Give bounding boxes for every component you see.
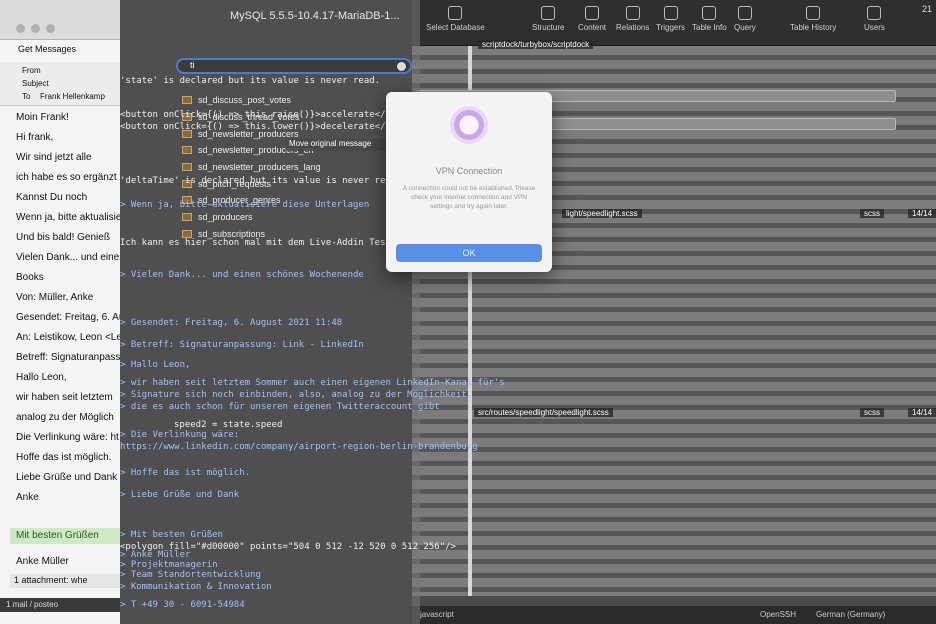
query-tab[interactable]: Query (734, 6, 756, 32)
structure-tab[interactable]: Structure (532, 6, 564, 32)
table-row[interactable]: sd_discuss_thread_votes (182, 109, 402, 126)
vpn-dialog: VPN Connection A connection could not be… (386, 92, 552, 272)
greeting-highlight: Mit besten Grüßen (10, 528, 120, 544)
body-line: Liebe Grüße und Dank (16, 472, 118, 483)
body-line: Books (16, 272, 44, 283)
file-path-mid: light/speedlight.scss (562, 209, 642, 218)
window-title: MySQL 5.5.5-10.4.17-MariaDB-1... (230, 10, 400, 22)
to-label: To (22, 92, 31, 101)
body-line: Vielen Dank... und einen (16, 252, 120, 263)
dialog-message: A connection could not be established. P… (402, 185, 536, 210)
file-tag: scss (860, 408, 884, 417)
select-database-button[interactable]: Select Database (426, 6, 485, 32)
table-row[interactable]: sd_producer_genres (182, 192, 402, 209)
users-button[interactable]: Users (864, 6, 885, 32)
table-icon (182, 146, 192, 155)
signature-name: Anke Müller (16, 556, 69, 567)
structure-icon (541, 6, 556, 20)
table-icon (182, 179, 192, 188)
file-path-low: src/routes/speedlight/speedlight.scss (474, 408, 613, 417)
body-line: An: Leistikow, Leon <Leo (16, 332, 120, 343)
body-line: Kannst Du noch (16, 192, 88, 203)
table-list: sd_discuss_post_votes sd_discuss_thread_… (182, 92, 402, 242)
table-icon (182, 129, 192, 138)
table-row[interactable]: sd_newsletter_producers_lang (182, 159, 402, 176)
to-value[interactable]: Frank Hellenkamp (40, 92, 105, 101)
body-line: Hallo Leon, (16, 372, 67, 383)
get-messages-button[interactable]: Get Messages (18, 44, 76, 54)
info-icon (702, 6, 717, 20)
file-path-top: scriptdock/turbybox/scriptdock (478, 40, 594, 49)
body-line: Und bis bald! Genieß (16, 232, 110, 243)
table-row[interactable]: sd_discuss_post_votes (182, 92, 402, 109)
vpn-logo-icon (450, 106, 488, 144)
table-search-input[interactable]: ti (176, 58, 412, 74)
triggers-tab[interactable]: Triggers (656, 6, 685, 32)
dialog-title: VPN Connection (435, 166, 503, 176)
status-bar: javascript OpenSSH German (Germany) (412, 606, 936, 624)
relations-tab[interactable]: Relations (616, 6, 649, 32)
body-line: Hi frank, (16, 132, 54, 143)
ok-button[interactable]: OK (396, 244, 542, 262)
minimize-window-button[interactable] (31, 24, 40, 33)
users-icon (867, 6, 882, 20)
body-line: Die Verlinkung wäre: ht (16, 432, 119, 443)
table-row[interactable]: sd_subscriptions (182, 226, 402, 243)
table-history-button[interactable]: Table History (790, 6, 836, 32)
history-icon (806, 6, 821, 20)
clear-search-icon[interactable] (397, 62, 406, 71)
close-window-button[interactable] (16, 24, 25, 33)
sql-window: MySQL 5.5.5-10.4.17-MariaDB-1... ti sd_d… (120, 0, 420, 624)
content-icon (585, 6, 600, 20)
mail-status-bar: 1 mail / posteo (0, 598, 120, 612)
query-icon (737, 6, 752, 20)
body-line: Gesendet: Freitag, 6. Au (16, 312, 120, 323)
body-line: wir haben seit letztem (16, 392, 113, 403)
body-line: ich habe es so ergänzt (16, 172, 117, 183)
zoom-window-button[interactable] (46, 24, 55, 33)
content-tab[interactable]: Content (578, 6, 606, 32)
input-language[interactable]: German (Germany) (816, 610, 885, 619)
language-mode[interactable]: javascript (420, 610, 454, 619)
table-icon (182, 229, 192, 238)
table-info-tab[interactable]: Table Info (692, 6, 727, 32)
database-icon (448, 6, 463, 20)
attachment-bar[interactable]: 1 attachment: whe (10, 574, 120, 588)
body-line: analog zu der Möglich (16, 412, 114, 423)
body-line: Anke (16, 492, 39, 503)
relations-icon (625, 6, 640, 20)
table-icon (182, 96, 192, 105)
mail-window: Get Messages From Subject To Frank Helle… (0, 0, 120, 624)
search-query: ti (190, 60, 195, 70)
file-tag: scss (860, 209, 884, 218)
body-line: Wenn ja, bitte aktualisie (16, 212, 120, 223)
body-line: Moin Frank! (16, 112, 69, 123)
mail-toolbar (0, 0, 120, 40)
window-controls (16, 24, 55, 33)
table-icon (182, 196, 192, 205)
table-row[interactable]: sd_producers (182, 209, 402, 226)
message-header: From Subject To Frank Hellenkamp (0, 62, 120, 106)
clock: 21 (921, 4, 932, 14)
table-row[interactable]: sd_pitch_requests (182, 175, 402, 192)
line-counter: 14/14 (908, 408, 936, 417)
body-line: Hoffe das ist möglich. (16, 452, 112, 463)
table-icon (182, 113, 192, 122)
connection-label: OpenSSH (760, 610, 797, 619)
desktop: Get Messages From Subject To Frank Helle… (0, 0, 936, 624)
body-line: Von: Müller, Anke (16, 292, 94, 303)
body-line: Betreff: Signaturanpass (16, 352, 120, 363)
triggers-icon (663, 6, 678, 20)
body-line: Wir sind jetzt alle (16, 152, 92, 163)
table-icon (182, 213, 192, 222)
line-counter: 14/14 (908, 209, 936, 218)
subject-label: Subject (22, 79, 49, 88)
message-body: Moin Frank! Hi frank, Wir sind jetzt all… (16, 112, 120, 512)
from-label: From (22, 66, 41, 75)
table-icon (182, 163, 192, 172)
